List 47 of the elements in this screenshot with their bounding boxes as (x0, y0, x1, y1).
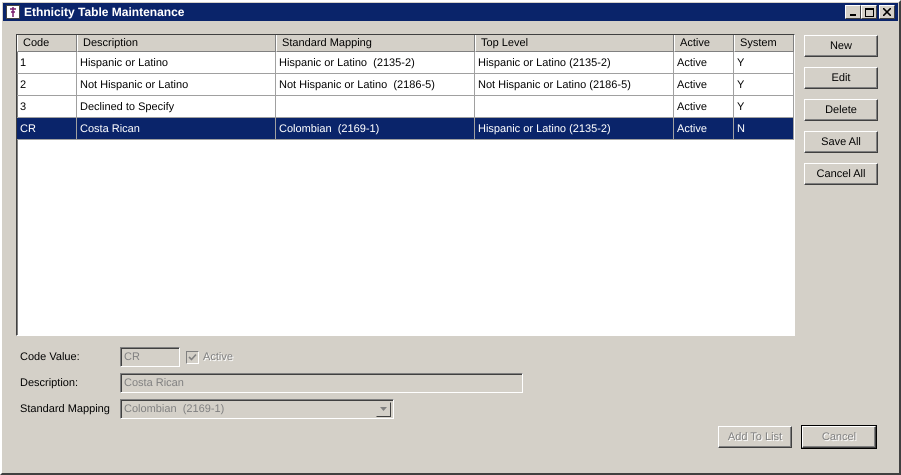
close-icon (883, 8, 891, 16)
table-row[interactable]: CR Costa Rican Colombian (2169-1) Hispanic or Latino (2135-2) Active N (17, 118, 794, 140)
table-cell: CR (20, 123, 36, 135)
table-cell: Costa Rican (80, 123, 140, 135)
table-cell: Hispanic or Latino (2135-2) (279, 57, 415, 69)
column-header[interactable]: Top Level (475, 35, 674, 52)
minimize-button[interactable] (845, 5, 861, 19)
table-cell: Active (677, 57, 707, 69)
column-header[interactable]: Code (17, 35, 77, 52)
checkbox-label: Active (203, 351, 233, 363)
table-cell: Hispanic or Latino (80, 57, 168, 69)
action-button[interactable]: Delete (804, 99, 878, 121)
action-button[interactable]: New (804, 35, 878, 57)
table-cell: 3 (20, 101, 26, 113)
field-label: Description: (20, 377, 80, 389)
field-label: Standard Mapping (20, 403, 111, 415)
column-header[interactable]: Standard Mapping (276, 35, 475, 52)
table-cell: Y (737, 79, 744, 91)
maximize-icon (864, 8, 874, 16)
column-header[interactable]: Description (77, 35, 276, 52)
table-cell: Not Hispanic or Latino (2186-5) (279, 79, 435, 91)
table-cell: Colombian (2169-1) (279, 123, 380, 135)
table-cell: Declined to Specify (80, 101, 174, 113)
table-cell: Active (677, 123, 707, 135)
window-title: Ethnicity Table Maintenance (24, 5, 186, 19)
maximize-button[interactable] (861, 5, 877, 19)
table-cell: Hispanic or Latino (2135-2) (478, 57, 611, 69)
table-cell: Y (737, 57, 744, 69)
table-cell: Y (737, 101, 744, 113)
action-button[interactable]: Edit (804, 67, 878, 89)
table-cell: 2 (20, 79, 26, 91)
table-cell: Active (677, 79, 707, 91)
column-header[interactable]: System (734, 35, 794, 52)
table-cell: Hispanic or Latino (2135-2) (478, 123, 611, 135)
table-row[interactable]: 1 Hispanic or Latino Hispanic or Latino (2135-2) Hispanic or Latino (2135-2) Active Y (17, 52, 794, 74)
app-icon (6, 5, 20, 19)
close-button[interactable] (879, 5, 895, 19)
column-header[interactable]: Active (674, 35, 734, 52)
table-cell: Not Hispanic or Latino (2186-5) (478, 79, 631, 91)
action-button[interactable]: Save All (804, 131, 878, 153)
table-cell: Not Hispanic or Latino (80, 79, 188, 91)
table-cell: Active (677, 101, 707, 113)
table-row[interactable]: 2 Not Hispanic or Latino Not Hispanic or Latino (2186-5) Not Hispanic or Latino (2186-5) Active Y (17, 74, 794, 96)
table-cell: 1 (20, 57, 26, 69)
action-button[interactable]: Cancel All (804, 163, 878, 185)
field-label: Code Value: (20, 351, 81, 363)
table-cell: N (737, 123, 745, 135)
